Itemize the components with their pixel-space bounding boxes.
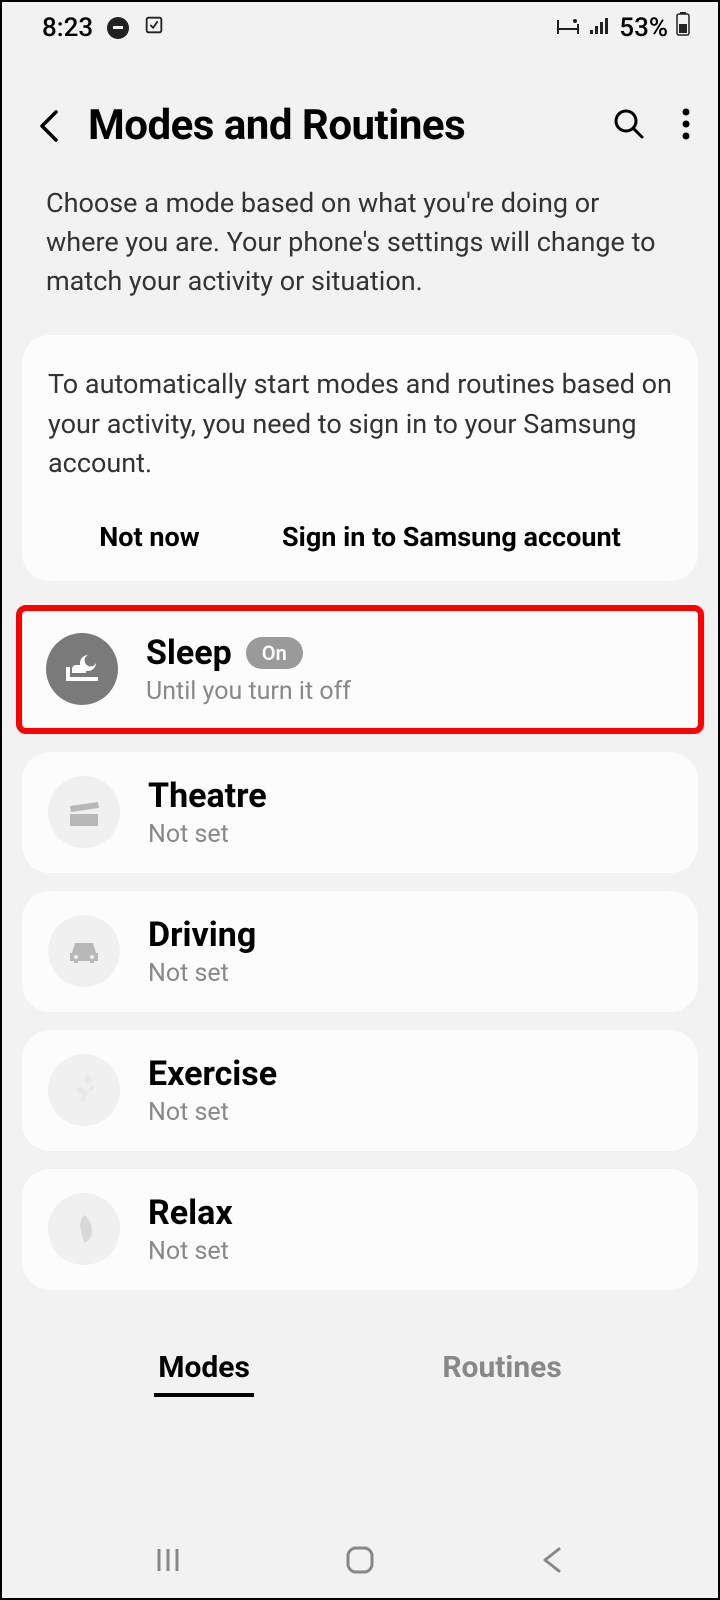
mode-title: Driving bbox=[148, 915, 672, 955]
tab-routines[interactable]: Routines bbox=[438, 1342, 565, 1397]
nav-back-button[interactable] bbox=[532, 1540, 572, 1580]
navigation-bar bbox=[2, 1516, 718, 1598]
mode-item-sleep[interactable]: Sleep On Until you turn it off bbox=[16, 605, 704, 734]
nav-home-button[interactable] bbox=[340, 1540, 380, 1580]
dnd-icon bbox=[107, 17, 129, 39]
mode-title: Exercise bbox=[148, 1054, 672, 1094]
back-button[interactable] bbox=[30, 106, 70, 146]
signin-text: To automatically start modes and routine… bbox=[48, 365, 672, 482]
more-options-button[interactable] bbox=[682, 107, 690, 145]
mode-title: Relax bbox=[148, 1193, 672, 1233]
signal-icon bbox=[589, 13, 611, 43]
battery-percent: 53% bbox=[619, 13, 668, 43]
mode-item-exercise[interactable]: Exercise Not set bbox=[22, 1030, 698, 1151]
signin-samsung-button[interactable]: Sign in to Samsung account bbox=[272, 515, 631, 559]
mode-title: Theatre bbox=[148, 776, 672, 816]
signin-card: To automatically start modes and routine… bbox=[22, 335, 698, 580]
page-description: Choose a mode based on what you're doing… bbox=[2, 170, 718, 329]
relax-icon bbox=[48, 1193, 120, 1265]
notification-icon bbox=[143, 13, 165, 43]
mode-subtitle: Not set bbox=[148, 820, 672, 849]
battery-icon bbox=[676, 12, 690, 43]
tab-modes[interactable]: Modes bbox=[154, 1342, 254, 1397]
mode-item-theatre[interactable]: Theatre Not set bbox=[22, 752, 698, 873]
header: Modes and Routines bbox=[2, 49, 718, 170]
status-bar: 8:23 53% bbox=[2, 2, 718, 49]
bed-icon bbox=[555, 13, 581, 43]
search-button[interactable] bbox=[612, 107, 646, 145]
mode-title: Sleep bbox=[146, 633, 232, 673]
mode-subtitle: Not set bbox=[148, 1237, 672, 1266]
exercise-icon bbox=[48, 1054, 120, 1126]
not-now-button[interactable]: Not now bbox=[89, 515, 209, 559]
mode-item-driving[interactable]: Driving Not set bbox=[22, 891, 698, 1012]
mode-subtitle: Until you turn it off bbox=[146, 677, 674, 706]
page-title: Modes and Routines bbox=[88, 101, 594, 150]
nav-recents-button[interactable] bbox=[148, 1540, 188, 1580]
mode-status-badge: On bbox=[246, 637, 303, 669]
status-time: 8:23 bbox=[42, 13, 93, 43]
bottom-tabs: Modes Routines bbox=[2, 1308, 718, 1409]
sleep-icon bbox=[46, 633, 118, 705]
driving-icon bbox=[48, 915, 120, 987]
theatre-icon bbox=[48, 776, 120, 848]
mode-subtitle: Not set bbox=[148, 1098, 672, 1127]
mode-item-relax[interactable]: Relax Not set bbox=[22, 1169, 698, 1290]
mode-subtitle: Not set bbox=[148, 959, 672, 988]
